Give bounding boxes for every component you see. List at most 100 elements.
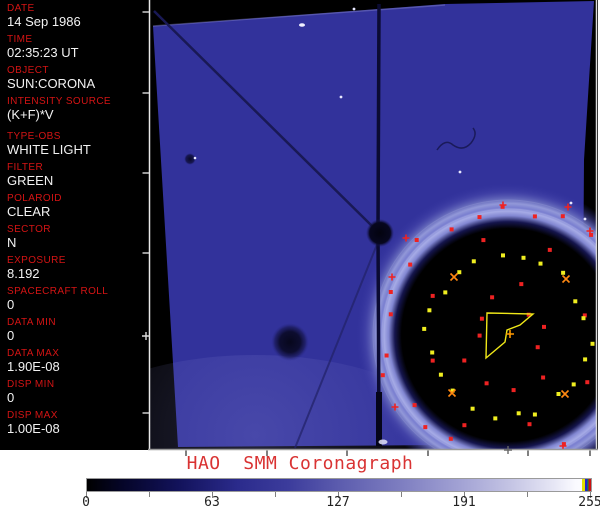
- field-value: CLEAR: [7, 204, 51, 219]
- fiducial-dot-yellow-ring: [470, 406, 475, 411]
- field-label: SECTOR: [7, 224, 51, 235]
- fiducial-dot-mid-red-ring: [585, 380, 590, 385]
- fiducial-dot-mid-red-ring: [547, 247, 552, 252]
- metadata-field-intensity-source: INTENSITY SOURCE (K+F)*V: [7, 97, 111, 122]
- colorbar-minor-tick: [401, 492, 402, 497]
- field-label: TYPE-OBS: [7, 131, 61, 142]
- field-label: OBJECT: [7, 65, 49, 76]
- field-value: 02:35:23 UT: [7, 45, 79, 60]
- field-value: 1.00E-08: [7, 421, 60, 436]
- colorbar-tick-label: 0: [82, 495, 90, 510]
- metadata-field-data-max: DATA MAX 1.90E-08: [7, 349, 60, 374]
- fiducial-dot-inner-red-ring: [462, 358, 467, 363]
- metadata-field-date: DATE 14 Sep 1986: [7, 4, 81, 29]
- fiducial-dot-inner-red-ring: [535, 345, 540, 350]
- fiducial-dot-outer-red-ring: [388, 290, 393, 294]
- fiducial-dot-yellow-ring: [556, 392, 561, 396]
- field-label: TIME: [7, 34, 33, 45]
- fiducial-dot-yellow-ring: [471, 259, 476, 264]
- fiducial-dot-outer-red-ring: [449, 227, 454, 232]
- fiducial-dot-outer-red-ring: [408, 262, 413, 267]
- metadata-field-disp-min: DISP MIN 0: [7, 380, 54, 405]
- field-label: DISP MIN: [7, 379, 55, 390]
- field-value: WHITE LIGHT: [7, 142, 91, 157]
- fiducial-dot-yellow-ring: [457, 270, 462, 275]
- metadata-sidebar: DATE 14 Sep 1986 TIME 02:35:23 UT OBJECT SUN:…: [7, 0, 147, 450]
- fiducial-dot-outer-red-ring: [423, 425, 428, 430]
- field-value: GREEN: [7, 173, 54, 188]
- fiducial-dot-inner-red-ring: [484, 381, 489, 386]
- field-label: DATA MIN: [7, 317, 56, 328]
- fiducial-dot-yellow-ring: [422, 326, 427, 331]
- fiducial-dot-yellow-ring: [583, 357, 588, 362]
- fiducial-dot-outer-red-ring: [477, 215, 482, 220]
- star-speck: [299, 23, 305, 27]
- star-speck: [458, 170, 462, 174]
- metadata-field-time: TIME 02:35:23 UT: [7, 35, 79, 60]
- colorbar-minor-tick: [527, 492, 528, 497]
- fiducial-dot-inner-red-ring: [477, 333, 482, 338]
- fiducial-dot-outer-red-ring: [448, 436, 453, 441]
- colorbar-minor-tick: [275, 492, 276, 497]
- field-label: FILTER: [7, 162, 44, 173]
- fiducial-dot-yellow-ring: [581, 316, 586, 321]
- fiducial-dot-yellow-ring: [427, 308, 432, 313]
- fiducial-dot-yellow-ring: [561, 270, 566, 275]
- fiducial-dot-yellow-ring: [521, 255, 526, 260]
- fiducial-dot-mid-red-ring: [527, 422, 532, 427]
- field-value: SUN:CORONA: [7, 76, 96, 91]
- fiducial-dot-yellow-ring: [538, 261, 543, 266]
- field-value: 1.90E-08: [7, 359, 60, 374]
- star-speck: [583, 217, 587, 221]
- colorbar-tick-label: 127: [326, 495, 350, 510]
- fiducial-dot-yellow-ring: [501, 253, 505, 258]
- fiducial-dot-outer-red-ring: [414, 238, 419, 242]
- fiducial-dot-outer-red-ring: [384, 353, 389, 358]
- field-value: 0: [7, 297, 15, 312]
- fiducial-dot-outer-red-ring: [532, 214, 537, 219]
- field-label: INTENSITY SOURCE: [7, 96, 112, 107]
- metadata-field-type-obs: TYPE-OBS WHITE LIGHT: [7, 132, 91, 157]
- field-label: EXPOSURE: [7, 255, 66, 266]
- field-value: 0: [7, 390, 15, 405]
- fiducial-dot-outer-red-ring: [388, 312, 393, 317]
- star-speck: [339, 95, 343, 99]
- fiducial-dot-inner-red-ring: [519, 282, 524, 287]
- fiducial-dot-yellow-ring: [573, 299, 578, 304]
- fiducial-dot-inner-red-ring: [490, 295, 495, 300]
- field-value: 8.192: [7, 266, 40, 281]
- field-value: (K+F)*V: [7, 107, 54, 122]
- fiducial-dot-outer-red-ring: [412, 403, 417, 408]
- fiducial-dot-yellow-ring: [571, 382, 576, 387]
- fiducial-dot-yellow-ring: [493, 416, 498, 421]
- occulter-ball: [366, 219, 394, 247]
- metadata-field-filter: FILTER GREEN: [7, 163, 53, 188]
- pylon-base-glint: [378, 439, 388, 445]
- field-value: 0: [7, 328, 15, 343]
- colorbar-tick-label: 255: [578, 495, 600, 510]
- fiducial-dot-yellow-ring: [516, 411, 521, 416]
- fiducial-dot-yellow-ring: [532, 412, 537, 417]
- fiducial-dot-mid-red-ring: [430, 358, 435, 363]
- fiducial-dot-yellow-ring: [430, 350, 435, 355]
- field-label: DATA MAX: [7, 348, 60, 359]
- star-speck: [352, 7, 356, 11]
- metadata-field-object: OBJECT SUN:CORONA: [7, 66, 95, 91]
- fiducial-dot-inner-red-ring: [542, 324, 546, 329]
- metadata-field-exposure: EXPOSURE 8.192: [7, 256, 66, 281]
- field-label: SPACECRAFT ROLL: [7, 286, 109, 297]
- dust-spot-large: [271, 323, 309, 361]
- fiducial-dot-mid-red-ring: [462, 423, 467, 428]
- colorbar-minor-tick: [149, 492, 150, 497]
- metadata-field-data-min: DATA MIN 0: [7, 318, 56, 343]
- fiducial-dot-inner-red-ring: [541, 375, 546, 380]
- fiducial-dot-outer-red-ring: [560, 214, 565, 219]
- fiducial-dot-yellow-ring: [443, 290, 448, 295]
- fiducial-dot-inner-red-ring: [511, 388, 516, 393]
- fiducial-dot-yellow-ring: [438, 372, 443, 377]
- colorbar-tick-label: 191: [452, 495, 476, 510]
- fiducial-dot-mid-red-ring: [430, 293, 435, 298]
- colorbar-tick-label: 63: [204, 495, 220, 510]
- field-label: POLAROID: [7, 193, 62, 204]
- metadata-field-sector: SECTOR N: [7, 225, 51, 250]
